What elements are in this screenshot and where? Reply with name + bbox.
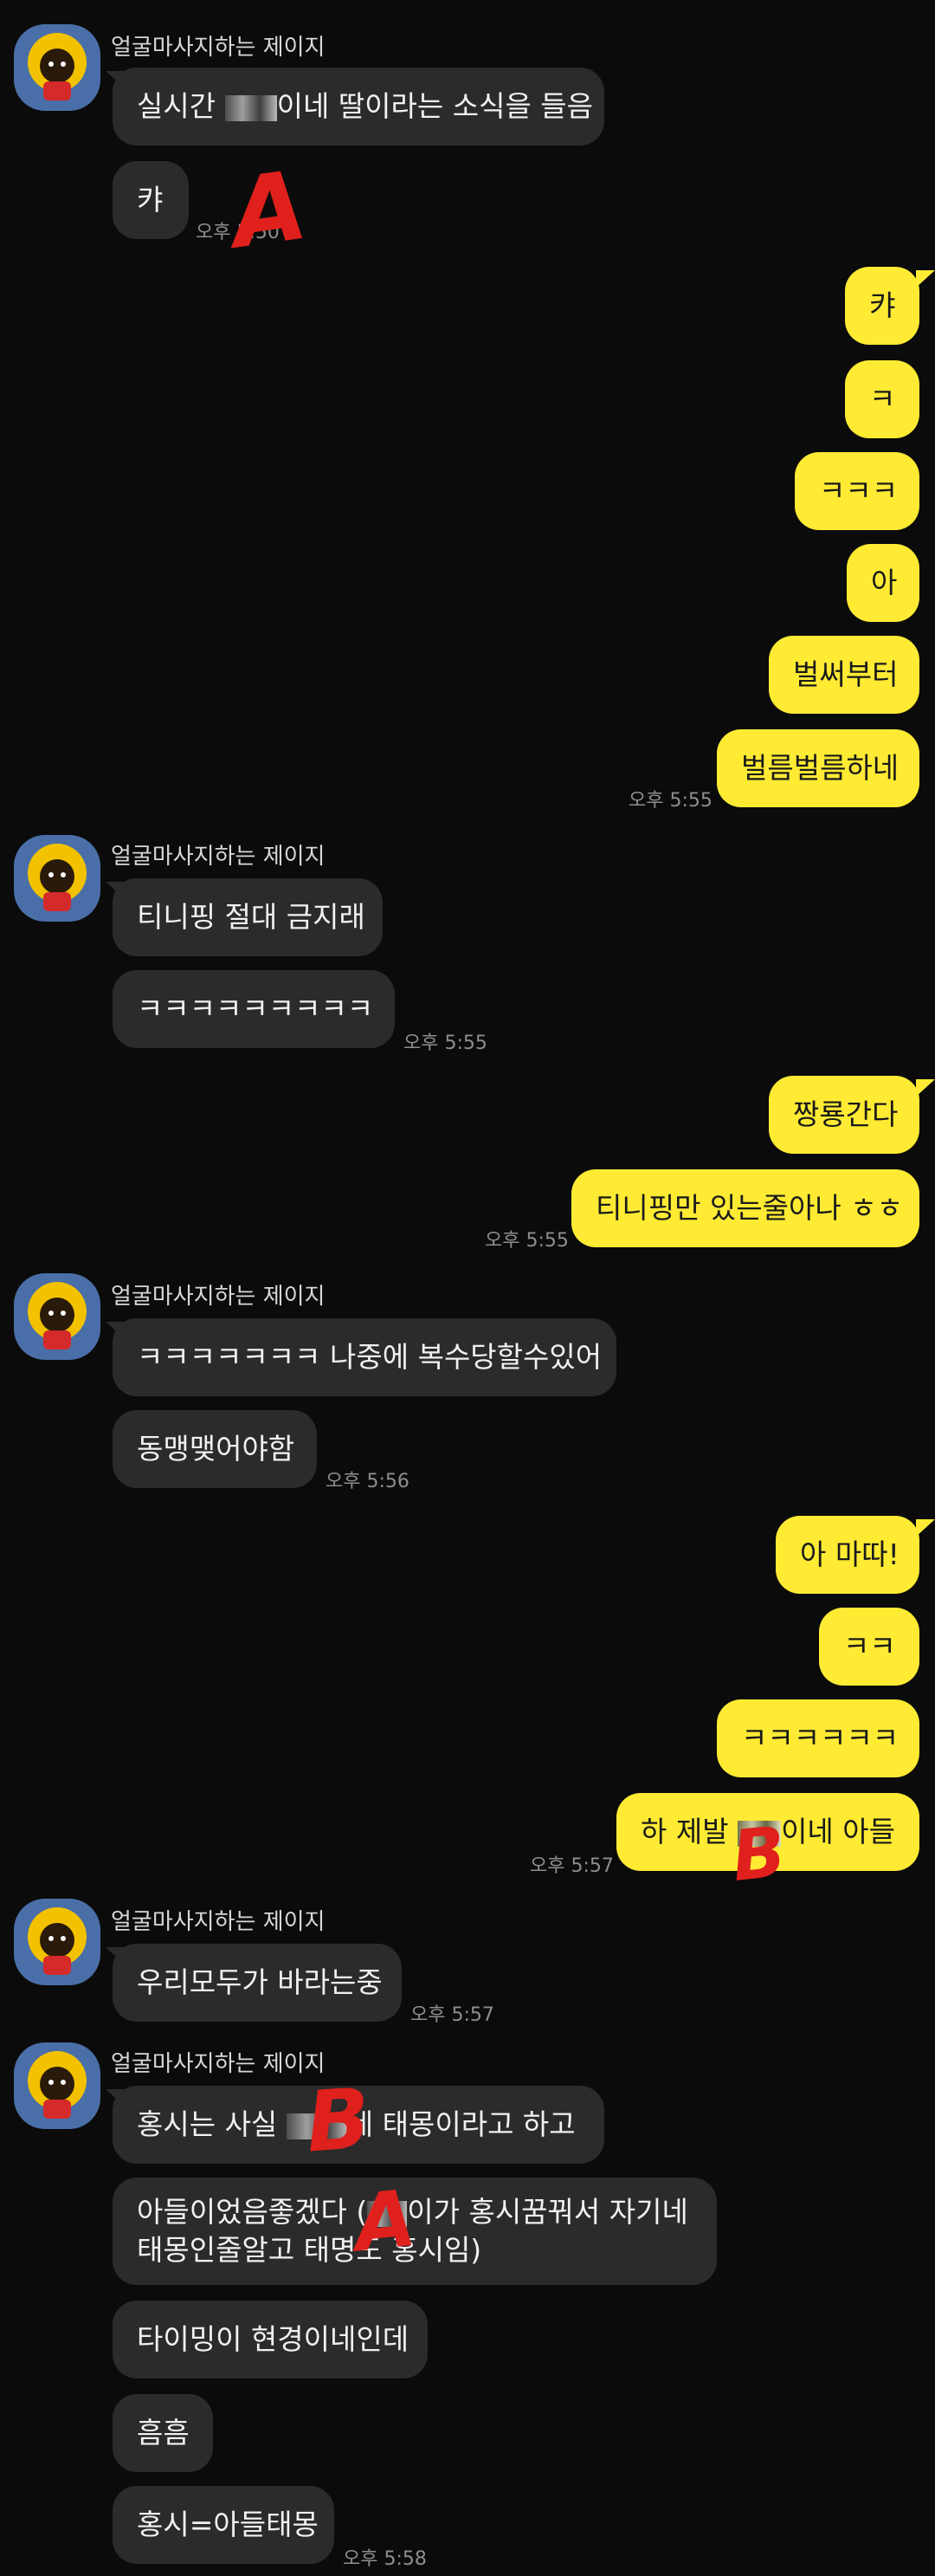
sent-message[interactable]: ㅋㅋㅋㅋㅋㅋ [717,1699,919,1777]
message-text: 아 [871,566,898,599]
message-text: 이네 아들 [781,1815,895,1848]
message-text: 우리모두가 바라는중 [137,1965,383,1999]
message-time: 오후 5:57 [530,1855,614,1877]
message-text: ㅋㅋㅋㅋㅋㅋㅋ 나중에 복수당할수있어 [137,1340,603,1374]
message-text: ㅋㅋㅋㅋㅋㅋㅋㅋㅋ [137,992,374,1026]
sent-message[interactable]: 벌름벌름하네 [717,729,919,807]
message-text: 동맹맺어야함 [137,1432,295,1466]
received-message[interactable]: 동맹맺어야함 [113,1410,317,1488]
sender-name: 얼굴마사지하는 제이지 [111,1284,326,1310]
message-time: 오후 5:55 [403,1032,487,1054]
character-icon [28,33,87,100]
sent-message[interactable]: 짱룡간다 [769,1076,919,1154]
character-icon [28,1282,87,1349]
message-text: 홍시는 사실 [137,2107,287,2141]
bubble-tail [916,270,935,288]
message-text: 타이밍이 현경이네인데 [137,2322,409,2356]
sent-message[interactable]: 아 마따! [776,1516,919,1594]
received-message[interactable]: 우리모두가 바라는중 [113,1944,402,2022]
received-message[interactable]: 흠흠 [113,2394,213,2472]
annotation-letter: A [350,2172,420,2270]
message-time: 오후 5:55 [629,790,713,812]
message-text: ㅋ [869,382,896,416]
message-text: 하 제발 [641,1815,738,1848]
redacted-blur [224,94,277,121]
character-icon [28,844,87,911]
received-message[interactable]: 캬 [113,161,189,239]
character-icon [28,1907,87,1975]
message-text: 아들이었음좋겠다 ( [137,2195,368,2229]
message-text: 홍시=아들태몽 [137,2508,319,2541]
sender-name: 얼굴마사지하는 제이지 [111,2051,326,2077]
message-time: 오후 5:57 [410,2004,494,2026]
avatar[interactable] [14,1899,100,1985]
received-message[interactable]: ㅋㅋㅋㅋㅋㅋㅋ 나중에 복수당할수있어 [113,1318,616,1396]
sent-message[interactable]: ㅋㅋ [819,1608,919,1686]
message-text: 실시간 [137,89,225,123]
message-text: 티니핑 절대 금지래 [137,900,365,934]
annotation-letter: B [728,1811,790,1897]
avatar[interactable] [14,1273,100,1360]
sent-message[interactable]: ㅋㅋㅋ [795,452,919,530]
received-message[interactable]: 타이밍이 현경이네인데 [113,2301,428,2379]
avatar[interactable] [14,835,100,922]
message-text: ㅋㅋㅋ [819,474,899,508]
message-text: 티니핑만 있는줄아나 ㅎㅎ [596,1191,903,1225]
bubble-tail [916,1519,935,1537]
bubble-tail [916,1079,935,1097]
sent-message[interactable]: 캬 [845,267,919,345]
character-icon [28,2051,87,2119]
sender-name: 얼굴마사지하는 제이지 [111,844,326,870]
annotation-letter: A [224,149,313,270]
message-text: 짱룡간다 [793,1097,899,1131]
message-text: 벌써부터 [793,657,899,691]
message-text: 네 태몽이라고 하고 [346,2107,576,2141]
message-text: 캬 [869,288,896,322]
message-text: ㅋㅋㅋㅋㅋㅋ [741,1721,900,1755]
message-text: 아 마따! [800,1537,900,1571]
message-text: 캬 [137,183,164,217]
message-text: 흠흠 [137,2416,190,2450]
sent-message[interactable]: 티니핑만 있는줄아나 ㅎㅎ [571,1169,919,1247]
received-message[interactable]: ㅋㅋㅋㅋㅋㅋㅋㅋㅋ [113,970,395,1048]
avatar[interactable] [14,24,100,111]
received-message[interactable]: 실시간 이네 딸이라는 소식을 들음 [113,68,604,146]
message-text: 벌름벌름하네 [741,751,900,785]
annotation-letter: B [303,2069,373,2171]
received-message[interactable]: 티니핑 절대 금지래 [113,878,383,956]
received-message[interactable]: 홍시=아들태몽 [113,2486,334,2564]
message-time: 오후 5:56 [326,1471,409,1492]
avatar[interactable] [14,2042,100,2129]
sent-message[interactable]: 아 [847,544,919,622]
sent-message[interactable]: 벌써부터 [769,636,919,714]
message-time: 오후 5:55 [485,1230,569,1252]
sender-name: 얼굴마사지하는 제이지 [111,35,326,61]
sent-message[interactable]: ㅋ [845,360,919,438]
message-time: 오후 5:58 [343,2548,427,2570]
sender-name: 얼굴마사지하는 제이지 [111,1909,326,1935]
message-text: 이네 딸이라는 소식을 들음 [276,89,594,123]
message-text: ㅋㅋ [843,1629,896,1663]
